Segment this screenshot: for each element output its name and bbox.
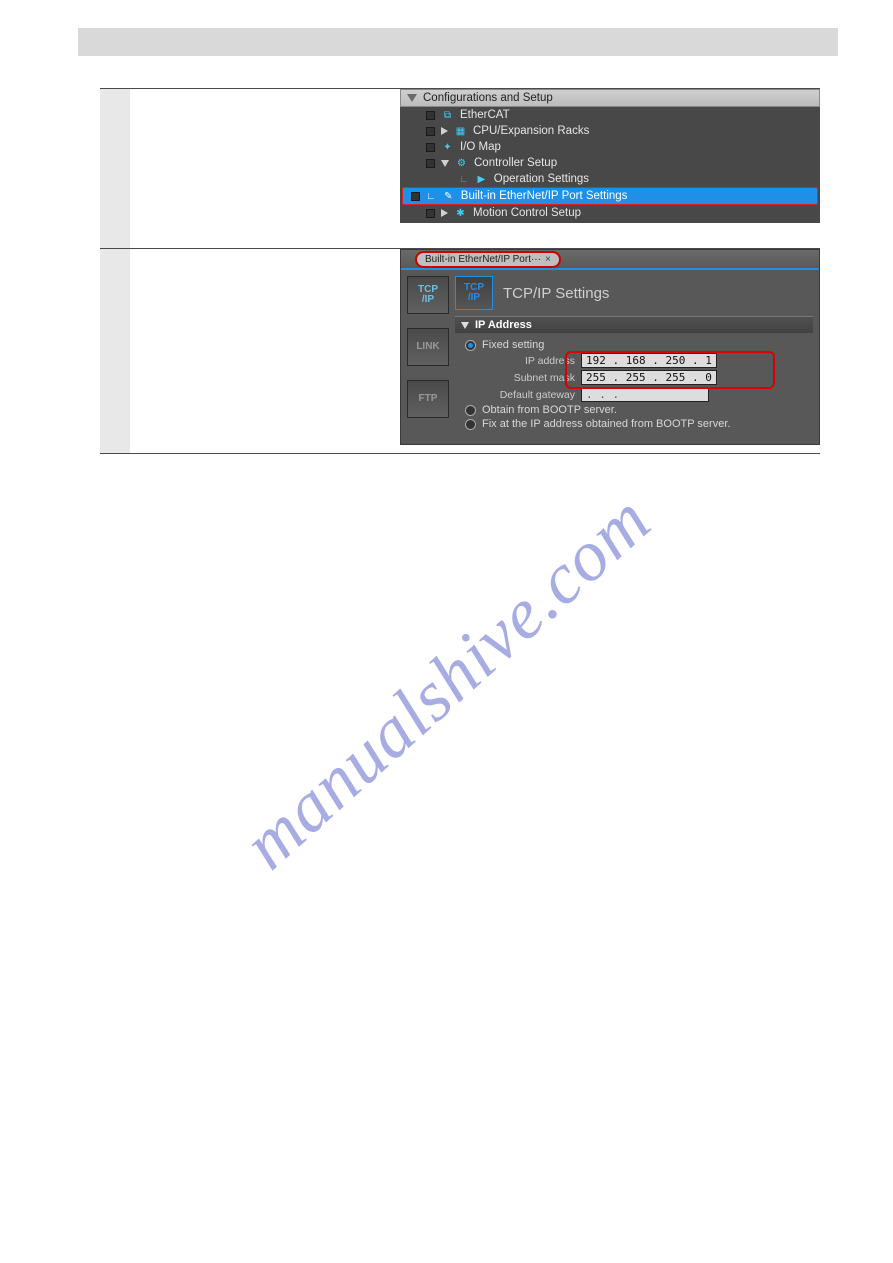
port-settings-icon: ✎ — [442, 190, 455, 202]
side-nav-label: LINK — [416, 342, 439, 352]
controller-icon: ⚙ — [455, 157, 468, 169]
tree-branch-icon: ∟ — [426, 191, 436, 202]
section-header[interactable]: IP Address — [455, 317, 813, 333]
tree-item-motion-control[interactable]: ✱ Motion Control Setup — [400, 205, 820, 221]
editor-tab[interactable]: Built-in EtherNet/IP Port··· × — [415, 251, 561, 268]
subnet-mask-input[interactable]: 255 . 255 . 255 . 0 — [581, 370, 717, 385]
radio-label: Fixed setting — [482, 339, 544, 351]
row-step-cell — [100, 249, 130, 453]
chevron-down-icon — [441, 160, 449, 167]
tree-item-ethercat[interactable]: ⧉ EtherCAT — [400, 107, 820, 123]
page-header-bar — [78, 28, 838, 56]
side-nav-label: TCP /IP — [418, 285, 438, 305]
side-nav-label: FTP — [419, 394, 438, 404]
chevron-right-icon — [441, 209, 448, 217]
tree-body: ⧉ EtherCAT ▦ CPU/Expansion Racks ✦ I/O M… — [400, 107, 820, 223]
radio-bootp[interactable]: Obtain from BOOTP server. — [465, 404, 807, 416]
ethercat-icon: ⧉ — [441, 109, 454, 121]
section-header-label: IP Address — [475, 319, 532, 331]
rack-icon: ▦ — [454, 125, 467, 137]
settings-title: TCP/IP Settings — [503, 285, 609, 302]
tree-item-label: EtherCAT — [460, 109, 510, 121]
config-tree-panel: Configurations and Setup ⧉ EtherCAT ▦ CP… — [400, 89, 820, 223]
tree-item-label: CPU/Expansion Racks — [473, 125, 589, 137]
checkbox-icon — [411, 192, 420, 201]
tree-item-operation-settings[interactable]: ∟ ▶ Operation Settings — [400, 171, 820, 187]
tcpip-settings-window: Built-in EtherNet/IP Port··· × TCP /IP L… — [400, 249, 820, 445]
content-table: Configurations and Setup ⧉ EtherCAT ▦ CP… — [100, 88, 820, 454]
close-icon[interactable]: × — [545, 254, 551, 265]
chevron-right-icon — [441, 127, 448, 135]
tree-item-label: Controller Setup — [474, 157, 557, 169]
tree-item-controller-setup[interactable]: ⚙ Controller Setup — [400, 155, 820, 171]
chevron-down-icon — [461, 322, 469, 329]
radio-icon — [465, 419, 476, 430]
checkbox-icon — [426, 127, 435, 136]
chevron-down-icon — [407, 94, 417, 102]
editor-tab-label: Built-in EtherNet/IP Port··· — [425, 254, 541, 265]
radio-label: Fix at the IP address obtained from BOOT… — [482, 418, 730, 430]
tree-item-label: Built-in EtherNet/IP Port Settings — [461, 190, 628, 202]
row-tree: Configurations and Setup ⧉ EtherCAT ▦ CP… — [100, 88, 820, 248]
row-step-cell — [100, 89, 130, 248]
settings-side-nav: TCP /IP LINK FTP — [407, 276, 449, 438]
operation-settings-icon: ▶ — [475, 173, 488, 185]
radio-icon — [465, 405, 476, 416]
ip-address-section: IP Address Fixed setting IP address 192 … — [455, 316, 813, 438]
radio-fixed-setting[interactable]: Fixed setting — [465, 339, 807, 351]
tree-item-ethernet-ip-port[interactable]: ∟ ✎ Built-in EtherNet/IP Port Settings — [402, 187, 818, 205]
side-nav-tcpip[interactable]: TCP /IP — [407, 276, 449, 314]
default-gateway-input[interactable]: . . . — [581, 387, 709, 402]
checkbox-icon — [426, 143, 435, 152]
field-default-gateway: Default gateway . . . — [483, 387, 807, 402]
tree-item-io-map[interactable]: ✦ I/O Map — [400, 139, 820, 155]
tree-branch-icon: ∟ — [459, 174, 469, 185]
editor-tab-bar: Built-in EtherNet/IP Port··· × — [401, 250, 819, 270]
field-subnet-mask: Subnet mask 255 . 255 . 255 . 0 — [483, 370, 807, 385]
tree-item-label: Operation Settings — [494, 173, 589, 185]
settings-main-panel: TCP /IP TCP/IP Settings IP Address — [455, 276, 813, 438]
tree-header[interactable]: Configurations and Setup — [400, 89, 820, 107]
ip-address-input[interactable]: 192 . 168 . 250 . 1 — [581, 353, 717, 368]
radio-fix-bootp[interactable]: Fix at the IP address obtained from BOOT… — [465, 418, 807, 430]
watermark: manualshive.com — [227, 478, 667, 886]
tcpip-title-icon: TCP /IP — [455, 276, 493, 310]
tree-item-cpu-racks[interactable]: ▦ CPU/Expansion Racks — [400, 123, 820, 139]
row-ip-settings: Built-in EtherNet/IP Port··· × TCP /IP L… — [100, 248, 820, 454]
field-label: Subnet mask — [483, 372, 575, 384]
checkbox-icon — [426, 159, 435, 168]
radio-label: Obtain from BOOTP server. — [482, 404, 617, 416]
radio-icon — [465, 340, 476, 351]
field-ip-address: IP address 192 . 168 . 250 . 1 — [483, 353, 807, 368]
side-nav-link[interactable]: LINK — [407, 328, 449, 366]
tree-item-label: Motion Control Setup — [473, 207, 581, 219]
ip-form: Fixed setting IP address 192 . 168 . 250… — [455, 333, 813, 438]
tree-item-label: I/O Map — [460, 141, 501, 153]
motion-control-icon: ✱ — [454, 207, 467, 219]
checkbox-icon — [426, 209, 435, 218]
field-label: Default gateway — [483, 389, 575, 401]
io-map-icon: ✦ — [441, 141, 454, 153]
checkbox-icon — [426, 111, 435, 120]
field-label: IP address — [483, 355, 575, 367]
side-nav-ftp[interactable]: FTP — [407, 380, 449, 418]
tree-header-label: Configurations and Setup — [423, 92, 553, 104]
